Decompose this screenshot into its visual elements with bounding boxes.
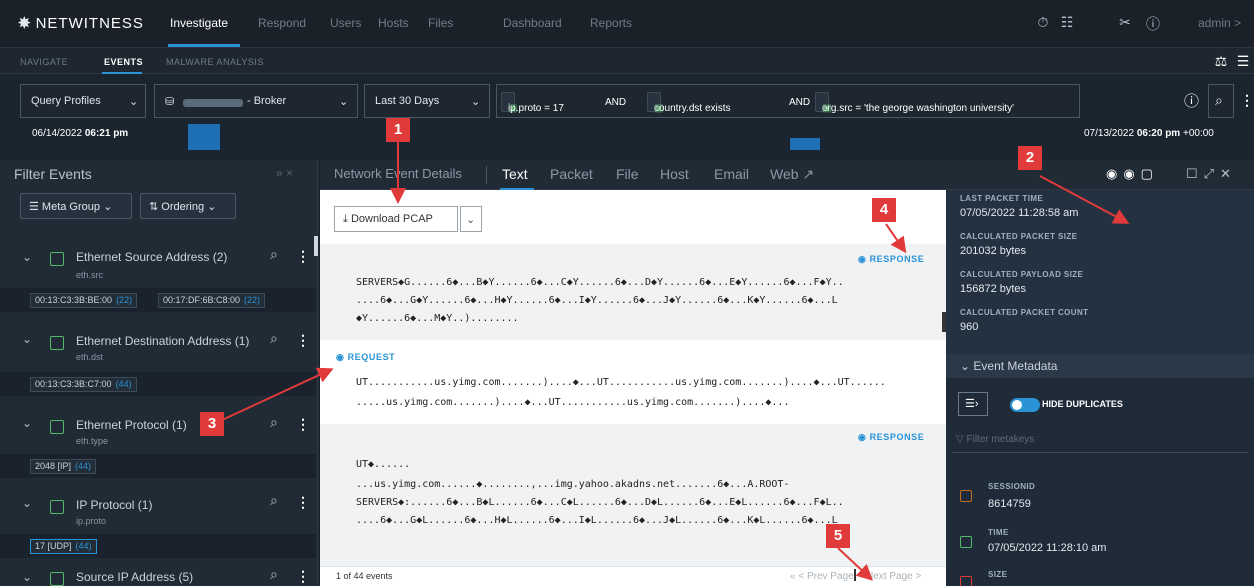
annotation-marker: 5 bbox=[826, 524, 850, 548]
annotation-marker: 4 bbox=[872, 198, 896, 222]
annotation-marker: 3 bbox=[200, 412, 224, 436]
annotation-arrows bbox=[221, 142, 1130, 581]
annotation-marker: 2 bbox=[1018, 146, 1042, 170]
annotation-marker: 1 bbox=[386, 118, 410, 142]
